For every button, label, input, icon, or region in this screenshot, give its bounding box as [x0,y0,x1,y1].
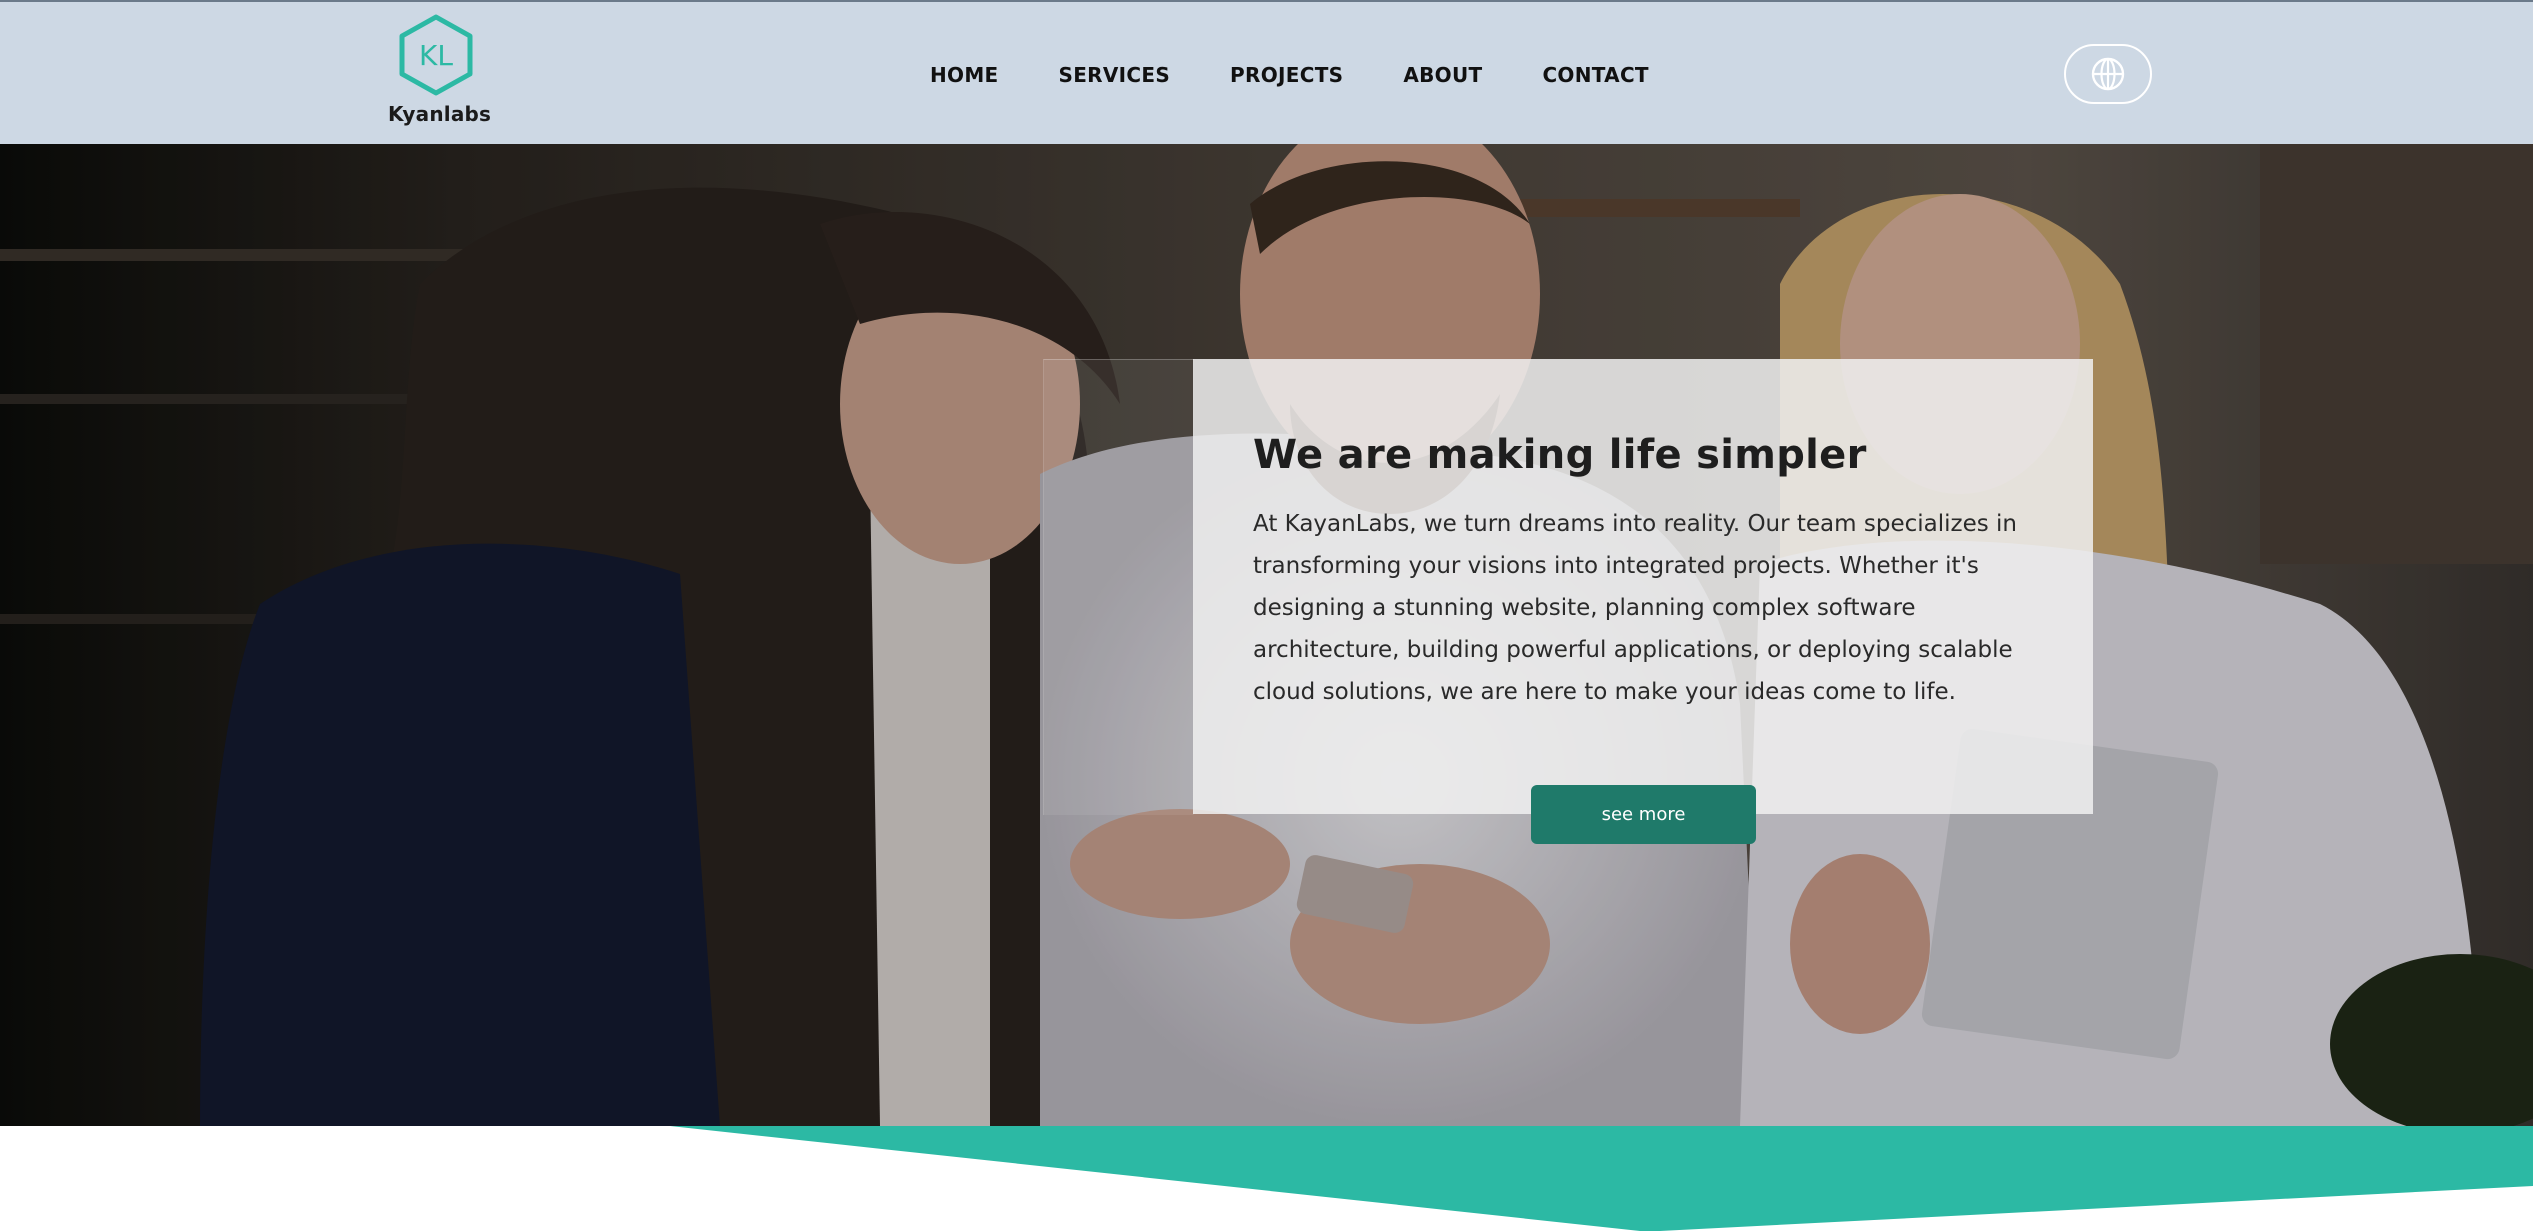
nav-home[interactable]: HOME [930,63,999,87]
site-header: KL Kyanlabs HOME SERVICES PROJECTS ABOUT… [0,0,2533,144]
globe-icon [2091,57,2125,91]
logo-mark-text: KL [419,39,453,72]
logo-name: Kyanlabs [388,102,492,126]
nav-about[interactable]: ABOUT [1403,63,1482,87]
page: KL Kyanlabs HOME SERVICES PROJECTS ABOUT… [0,0,2533,1231]
see-more-button[interactable]: see more [1531,785,1756,844]
hero-section: We are making life simpler At KayanLabs,… [0,144,2533,1126]
language-button[interactable] [2064,44,2152,104]
hero-card: We are making life simpler At KayanLabs,… [1193,359,2093,814]
main-nav: HOME SERVICES PROJECTS ABOUT CONTACT [930,52,1649,98]
hero-title: We are making life simpler [1253,432,1867,478]
nav-services[interactable]: SERVICES [1059,63,1171,87]
logo-link[interactable]: KL Kyanlabs [388,14,492,134]
hero-description: At KayanLabs, we turn dreams into realit… [1253,511,2017,705]
nav-projects[interactable]: PROJECTS [1230,63,1343,87]
hero-card-shadow [1043,359,1194,815]
teal-accent-stripe [670,1126,2533,1231]
hexagon-logo-icon: KL [399,14,473,96]
nav-contact[interactable]: CONTACT [1542,63,1648,87]
